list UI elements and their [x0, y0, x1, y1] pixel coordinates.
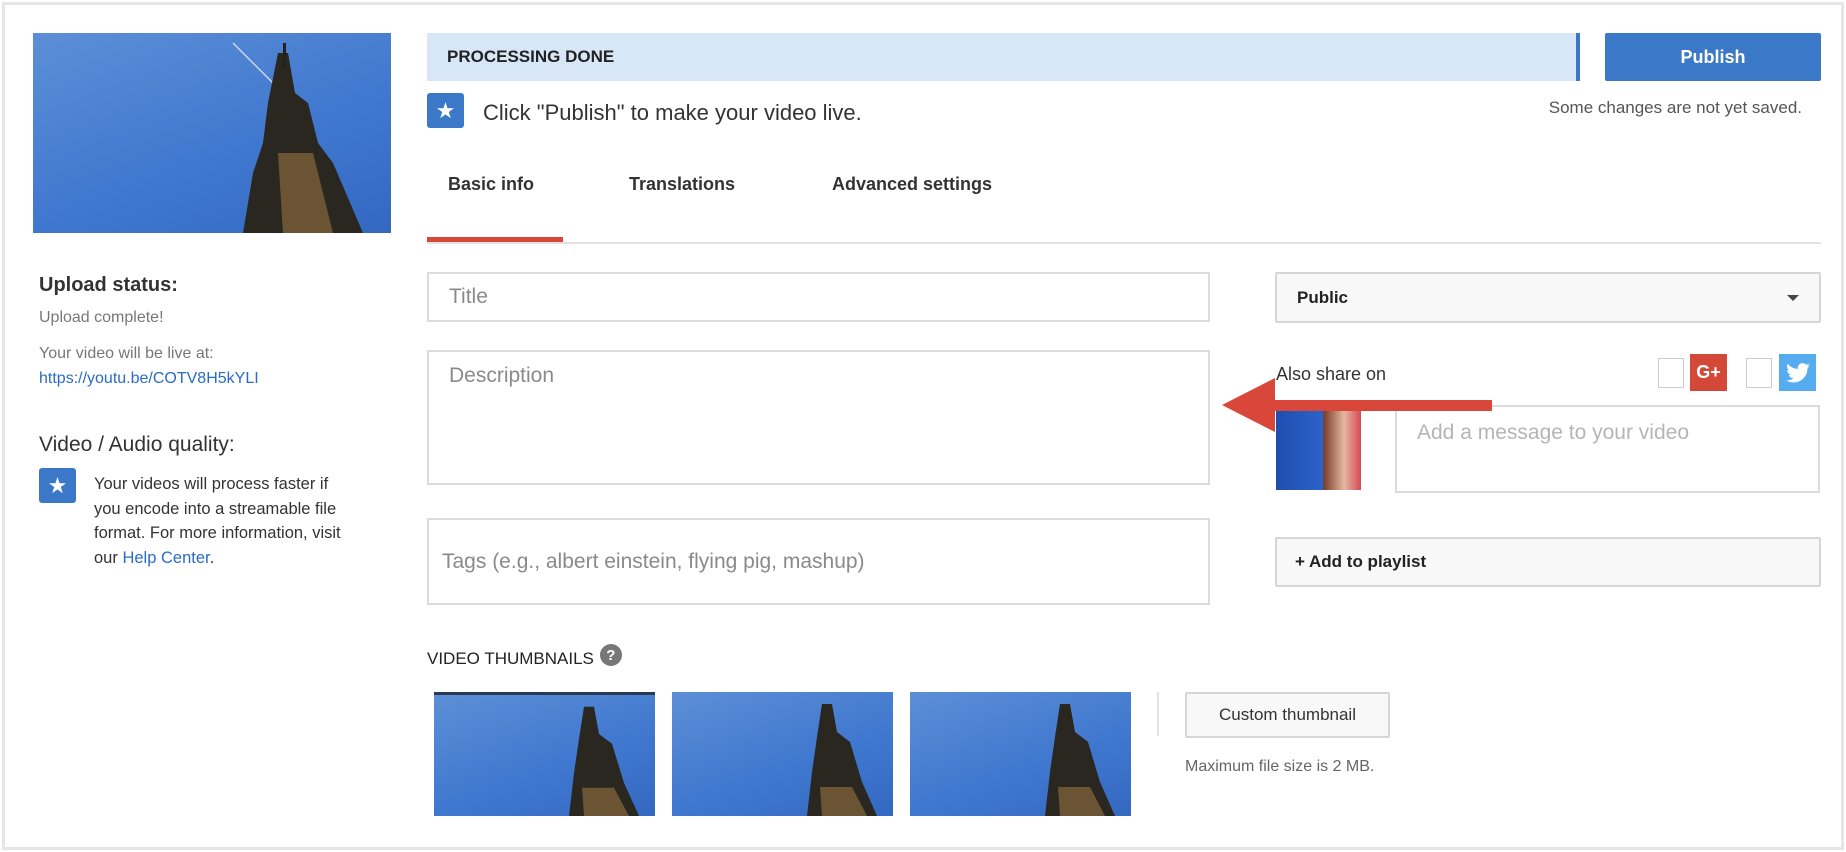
gplus-checkbox[interactable]	[1658, 358, 1684, 388]
thumbnail-option-3[interactable]	[910, 692, 1131, 816]
processing-status-label: PROCESSING DONE	[447, 47, 615, 66]
quality-info: Your videos will process faster if you e…	[94, 472, 344, 570]
help-icon[interactable]: ?	[599, 644, 622, 666]
chevron-down-icon	[1787, 294, 1799, 301]
publish-button[interactable]: Publish	[1605, 33, 1821, 81]
tab-translations[interactable]: Translations	[629, 174, 735, 195]
processing-status-bar: PROCESSING DONE	[427, 33, 1580, 81]
red-arrow-annotation	[1222, 378, 1492, 432]
gplus-icon: G+	[1690, 354, 1727, 391]
thumbnail-option-1[interactable]	[434, 692, 655, 816]
live-at-label: Your video will be live at:	[39, 345, 214, 362]
video-url-link[interactable]: https://youtu.be/COTV8H5kYLI	[39, 370, 259, 388]
description-placeholder: Description	[449, 364, 555, 387]
title-input[interactable]: Title	[427, 272, 1210, 322]
twitter-checkbox[interactable]	[1746, 358, 1772, 388]
max-file-size: Maximum file size is 2 MB.	[1185, 758, 1375, 775]
publish-label: Publish	[1680, 46, 1746, 67]
privacy-select[interactable]: Public	[1275, 272, 1821, 323]
custom-thumbnail-label: Custom thumbnail	[1218, 705, 1356, 724]
add-to-playlist-label: + Add to playlist	[1295, 552, 1427, 571]
upload-status: Upload complete!	[39, 309, 164, 326]
tags-placeholder: Tags (e.g., albert einstein, flying pig,…	[442, 550, 865, 573]
tags-input[interactable]: Tags (e.g., albert einstein, flying pig,…	[427, 518, 1210, 605]
star-icon: ★	[39, 468, 76, 503]
title-placeholder: Title	[449, 285, 488, 308]
thumbnail-option-2[interactable]	[672, 692, 893, 816]
quality-title: Video / Audio quality:	[39, 433, 235, 456]
help-center-link[interactable]: Help Center	[122, 549, 209, 567]
unsaved-notice: Some changes are not yet saved.	[1548, 98, 1802, 117]
star-icon: ★	[427, 93, 464, 128]
active-tab-indicator	[427, 237, 563, 242]
video-thumbnails-label: VIDEO THUMBNAILS	[427, 649, 594, 668]
upload-status-title: Upload status:	[39, 274, 178, 296]
add-to-playlist-button[interactable]: + Add to playlist	[1275, 537, 1821, 587]
tabs-divider	[427, 242, 1821, 244]
video-thumbnails-title: VIDEO THUMBNAILS ?	[427, 644, 622, 669]
description-textarea[interactable]: Description	[427, 350, 1210, 485]
tab-basic-info[interactable]: Basic info	[448, 174, 534, 195]
thumbnail-divider	[1157, 692, 1159, 736]
custom-thumbnail-button[interactable]: Custom thumbnail	[1185, 692, 1390, 738]
tab-advanced-settings[interactable]: Advanced settings	[832, 174, 992, 195]
twitter-icon	[1779, 354, 1816, 391]
help-suffix: .	[209, 548, 215, 567]
publish-hint: Click "Publish" to make your video live.	[483, 100, 862, 125]
privacy-value: Public	[1297, 287, 1349, 307]
video-preview	[33, 33, 391, 233]
